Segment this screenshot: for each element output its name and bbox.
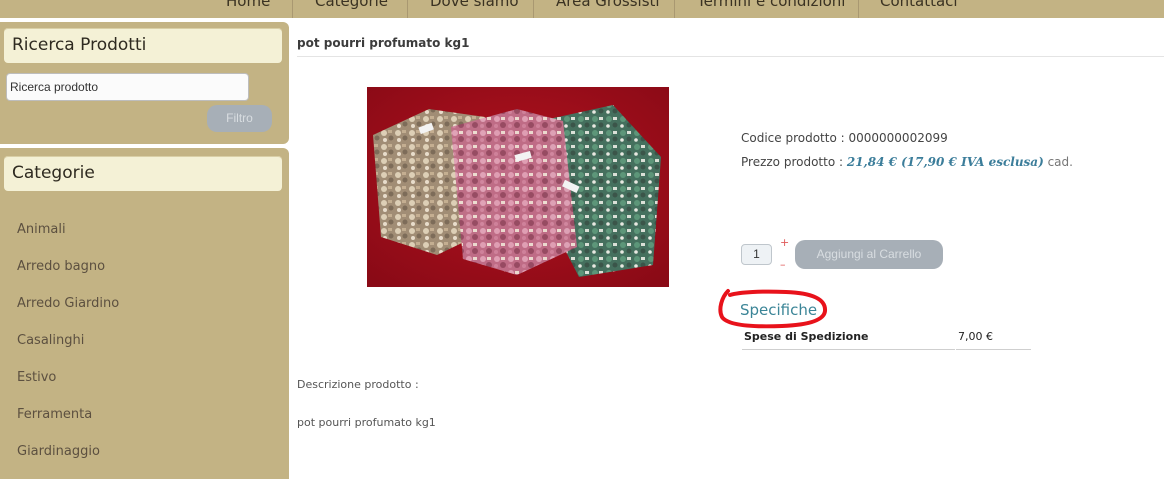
nav-separator <box>858 0 859 18</box>
page: Home Categorie Dove siamo Area Grossisti… <box>0 0 1164 479</box>
category-item-arredo-giardino[interactable]: Arredo Giardino <box>17 294 119 331</box>
nav-separator <box>533 0 534 18</box>
spec-divider <box>956 349 1031 350</box>
spec-divider <box>742 349 955 350</box>
nav-item-area-grossisti[interactable]: Area Grossisti <box>556 0 660 18</box>
nav-item-contattaci[interactable]: Contattaci <box>880 0 958 18</box>
product-price-value: 21,84 € (17,90 € IVA esclusa) <box>846 155 1044 169</box>
categories-panel-title: Categorie <box>4 156 282 191</box>
category-item-ferramenta[interactable]: Ferramenta <box>17 405 119 442</box>
category-item-animali[interactable]: Animali <box>17 220 119 257</box>
product-code: Codice prodotto : 0000000002099 <box>741 131 948 145</box>
nav-separator <box>407 0 408 18</box>
nav-item-termini-condizioni[interactable]: Termini e condizioni <box>697 0 845 18</box>
top-navigation: Home Categorie Dove siamo Area Grossisti… <box>0 0 1164 18</box>
product-title: pot pourri profumato kg1 <box>297 36 470 50</box>
spec-value: 7,00 € <box>958 330 993 343</box>
nav-item-dove-siamo[interactable]: Dove siamo <box>430 0 519 18</box>
category-item-giardinaggio[interactable]: Giardinaggio <box>17 442 119 479</box>
sidebar: Ricerca Prodotti Ricerca prodotto Filtro… <box>0 22 289 479</box>
nav-item-categorie[interactable]: Categorie <box>315 0 388 18</box>
title-divider <box>297 56 1164 57</box>
nav-separator <box>674 0 675 18</box>
search-panel-title: Ricerca Prodotti <box>4 28 282 63</box>
category-item-estivo[interactable]: Estivo <box>17 368 119 405</box>
product-code-value: 0000000002099 <box>848 131 948 145</box>
category-list: Animali Arredo bagno Arredo Giardino Cas… <box>17 220 119 479</box>
description-text: pot pourri profumato kg1 <box>297 416 436 429</box>
add-to-cart-button[interactable]: Aggiungi al Carrello <box>795 240 943 269</box>
description-label: Descrizione prodotto : <box>297 378 419 391</box>
category-item-casalinghi[interactable]: Casalinghi <box>17 331 119 368</box>
product-code-label: Codice prodotto : <box>741 131 849 145</box>
nav-separator <box>292 0 293 18</box>
quantity-increment-button[interactable]: + <box>780 236 789 249</box>
quantity-decrement-button[interactable]: – <box>780 258 786 271</box>
filter-button[interactable]: Filtro <box>207 105 272 132</box>
category-item-arredo-bagno[interactable]: Arredo bagno <box>17 257 119 294</box>
quantity-input[interactable]: 1 <box>741 244 772 265</box>
spec-label: Spese di Spedizione <box>744 330 869 343</box>
specs-tab[interactable]: Specifiche <box>740 301 817 319</box>
price-unit: cad. <box>1043 155 1073 169</box>
product-price-label: Prezzo prodotto : <box>741 155 847 169</box>
search-panel: Ricerca Prodotti Ricerca prodotto Filtro <box>0 22 289 144</box>
product-image[interactable] <box>367 87 669 287</box>
potpourri-bags-photo <box>367 87 669 287</box>
product-search-input[interactable]: Ricerca prodotto <box>6 73 249 101</box>
categories-panel: Categorie Animali Arredo bagno Arredo Gi… <box>0 148 289 479</box>
spec-row: Spese di Spedizione 7,00 € <box>742 327 1032 350</box>
product-price: Prezzo prodotto : 21,84 € (17,90 € IVA e… <box>741 155 1073 169</box>
nav-item-home[interactable]: Home <box>226 0 270 18</box>
